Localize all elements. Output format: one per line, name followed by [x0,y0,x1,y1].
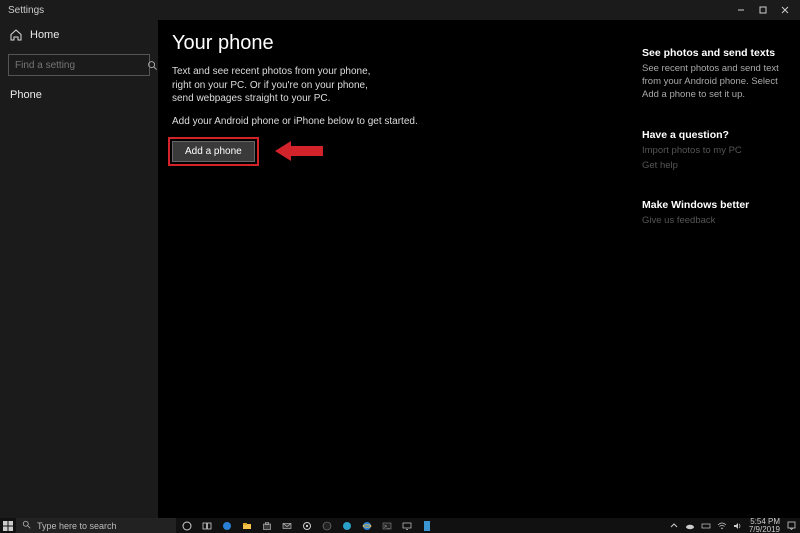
taskbar-search[interactable]: Type here to search [16,518,176,533]
content: Your phone Text and see recent photos fr… [158,20,800,518]
keyboard-icon[interactable] [701,521,711,531]
search-icon [22,520,31,531]
sidebar-home-label: Home [30,29,59,41]
titlebar: Settings [0,0,800,20]
side-heading: Have a question? [642,129,782,141]
start-button[interactable] [0,518,16,533]
notifications-icon[interactable] [786,521,796,531]
edge-icon[interactable] [220,518,234,533]
settings-search[interactable] [8,54,150,76]
clock-date: 7/9/2019 [749,526,780,533]
minimize-button[interactable] [730,0,752,20]
add-phone-label: Add a phone [185,146,242,157]
taskbar: Type here to search >_ 5:54 PM 7 [0,518,800,533]
settings-window: Settings Home Phone [0,0,800,533]
monitor-icon[interactable] [400,518,414,533]
side-block-question: Have a question? Import photos to my PC … [642,129,782,171]
side-link-feedback[interactable]: Give us feedback [642,215,782,226]
side-column: See photos and send texts See recent pho… [642,30,782,518]
svg-text:>_: >_ [384,524,390,530]
close-button[interactable] [774,0,796,20]
taskbar-clock[interactable]: 5:54 PM 7/9/2019 [749,518,780,533]
maximize-button[interactable] [752,0,774,20]
system-tray: 5:54 PM 7/9/2019 [669,518,800,533]
page-description-2: Add your Android phone or iPhone below t… [172,116,622,127]
side-heading: Make Windows better [642,199,782,211]
page-title: Your phone [172,32,622,55]
sidebar-home[interactable]: Home [0,22,158,48]
sidebar-item-label: Phone [10,89,42,101]
side-heading: See photos and send texts [642,47,782,59]
side-link-import-photos[interactable]: Import photos to my PC [642,145,782,156]
annotation-arrow-icon [275,141,323,161]
app-title: Settings [8,5,44,16]
file-explorer-icon[interactable] [240,518,254,533]
cloud-icon[interactable] [685,521,695,531]
store-icon[interactable] [260,518,274,533]
running-app-icon[interactable] [420,518,434,533]
settings-gear-icon[interactable] [300,518,314,533]
taskbar-search-placeholder: Type here to search [37,521,117,531]
search-icon [147,59,158,71]
side-body: See recent photos and send text from you… [642,63,782,101]
side-block-photos: See photos and send texts See recent pho… [642,47,782,101]
add-phone-button[interactable]: Add a phone [172,141,255,162]
settings-search-input[interactable] [15,60,147,71]
home-icon [10,29,22,41]
volume-icon[interactable] [733,521,743,531]
mail-icon[interactable] [280,518,294,533]
taskbar-apps: >_ [180,518,434,533]
sidebar-item-phone[interactable]: Phone [0,82,158,108]
page-description-1: Text and see recent photos from your pho… [172,65,392,106]
sidebar: Home Phone [0,20,158,518]
browser-icon[interactable] [340,518,354,533]
chevron-up-icon[interactable] [669,521,679,531]
terminal-icon[interactable]: >_ [380,518,394,533]
task-view-icon[interactable] [200,518,214,533]
wifi-icon[interactable] [717,521,727,531]
ie-icon[interactable] [360,518,374,533]
xbox-icon[interactable] [320,518,334,533]
main-column: Your phone Text and see recent photos fr… [172,30,642,518]
side-link-get-help[interactable]: Get help [642,160,782,171]
cortana-icon[interactable] [180,518,194,533]
side-block-feedback: Make Windows better Give us feedback [642,199,782,226]
